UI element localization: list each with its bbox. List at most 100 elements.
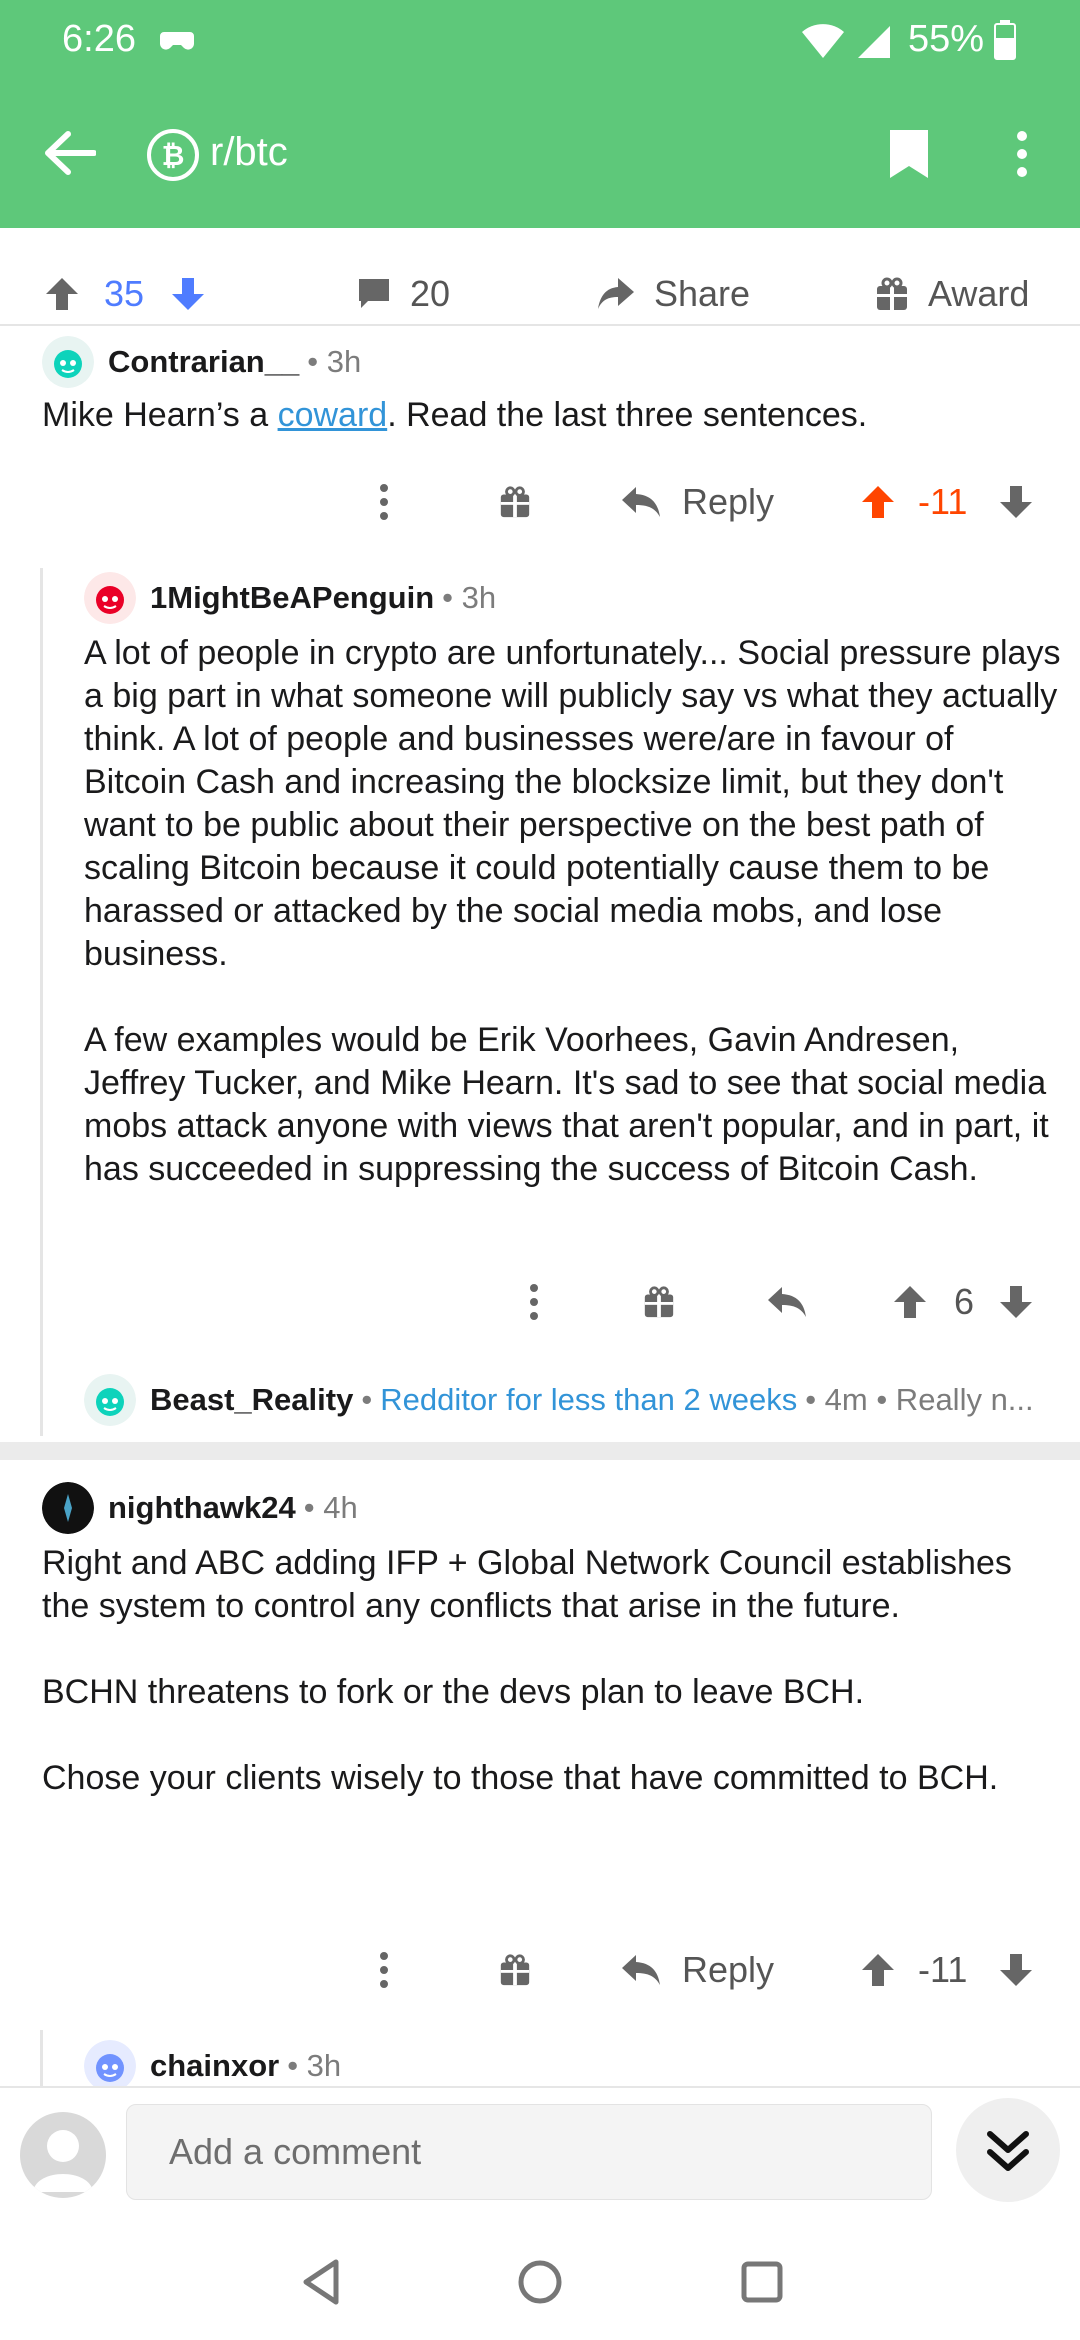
collapsed-comment[interactable]: Beast_Reality • Redditor for less than 2… [0,1372,1080,1428]
upvote-button[interactable] [44,268,80,320]
reply-arrow-icon [768,1287,806,1317]
nav-back-icon[interactable] [296,2256,348,2308]
reply-label: Reply [682,481,775,522]
post-score: 35 [104,273,145,314]
downvote-button[interactable] [998,1940,1034,2000]
comment-bubble-icon [359,279,389,308]
comment: chainxor • 3h [0,2038,1080,2086]
user-flair: Redditor for less than 2 weeks [380,1382,798,1417]
comments-count: 20 [410,273,451,314]
comment: nighthawk24 • 4h Right and ABC adding IF… [0,1480,1080,2000]
comment-time: • 3h [287,2048,342,2083]
upvote-arrow-icon [862,1954,894,1986]
comment-paragraph: BCHN threatens to fork or the devs plan … [42,1673,865,1711]
downvote-button[interactable] [998,1272,1034,1332]
comment-paragraph: A lot of people in crypto are unfortunat… [84,634,1061,973]
downvote-button[interactable] [170,268,206,320]
comment-author[interactable]: Beast_Reality [150,1382,353,1418]
comments-button[interactable]: 20 [356,268,450,320]
comment-link[interactable]: coward [278,396,388,434]
comment-header: Beast_Reality • Redditor for less than 2… [84,1372,1034,1428]
comment-author[interactable]: chainxor [150,2048,279,2084]
share-label: Share [654,273,751,314]
award-button[interactable] [498,472,532,532]
upvote-button[interactable] [860,472,896,532]
comment: Contrarian__ • 3h Mike Hearn’s a coward.… [0,332,1080,552]
system-navigation-bar [0,2220,1080,2340]
cellular-signal-icon [858,26,890,58]
comment-text: Mike Hearn’s a [42,396,278,434]
comment: 1MightBeAPenguin • 3h A lot of people in… [0,570,1080,1330]
gift-icon [500,1954,530,1986]
comment-actions: 6 [0,1272,1080,1332]
avatar[interactable] [84,1374,136,1426]
reply-button[interactable] [766,1272,808,1332]
award-button[interactable] [642,1272,676,1332]
reply-arrow-icon [622,487,660,517]
avatar[interactable] [42,1482,94,1534]
comment-author[interactable]: Contrarian__ [108,344,299,380]
comment-composer-bar: Add a comment [0,2086,1080,2220]
avatar[interactable] [42,336,94,388]
user-avatar[interactable] [20,2112,106,2198]
upvote-arrow-icon [862,486,894,518]
back-arrow-icon[interactable] [44,130,96,176]
comment-author[interactable]: 1MightBeAPenguin [150,580,434,616]
comment-score: 6 [954,1281,975,1322]
share-button[interactable]: Share [596,268,750,320]
status-time: 6:26 [62,18,136,60]
comment-time: • 3h [442,580,497,615]
more-vertical-icon [530,1284,538,1320]
nav-recents-icon[interactable] [736,2256,788,2308]
upvote-arrow-icon [894,1286,926,1318]
nav-home-icon[interactable] [514,2256,566,2308]
more-options-button[interactable] [376,1940,392,2000]
comment-time: • 4m • Really n... [805,1382,1034,1417]
downvote-arrow-icon [1000,1954,1032,1986]
comment-paragraph: Right and ABC adding IFP + Global Networ… [42,1544,1012,1625]
downvote-arrow-icon [1000,486,1032,518]
wifi-icon [802,24,844,58]
add-comment-input[interactable]: Add a comment [126,2104,932,2200]
award-label: Award [928,273,1030,314]
gift-icon [644,1286,674,1318]
upvote-button[interactable] [860,1940,896,2000]
award-button[interactable]: Award [874,268,1029,320]
comment-header: chainxor • 3h [84,2038,341,2086]
avatar[interactable] [84,2040,136,2086]
comment-header: 1MightBeAPenguin • 3h [84,570,496,626]
comment-header: Contrarian__ • 3h [42,334,361,390]
subreddit-name[interactable]: r/btc [210,130,288,175]
separator: • [361,1382,373,1417]
comment-actions: Reply -11 [0,1940,1080,2000]
post-action-bar: 35 20 Share Award [0,262,1080,326]
comment-actions: Reply -11 [0,472,1080,532]
downvote-button[interactable] [998,472,1034,532]
comment-body: A lot of people in crypto are unfortunat… [84,632,1064,1191]
more-vertical-icon [380,1952,388,1988]
downvote-arrow-icon [172,278,204,310]
reply-button[interactable]: Reply [620,472,774,532]
avatar[interactable] [84,572,136,624]
game-controller-icon [160,32,194,50]
comment-body: Right and ABC adding IFP + Global Networ… [42,1542,1042,1800]
more-options-button[interactable] [526,1272,542,1332]
collapse-threads-button[interactable] [956,2098,1060,2202]
battery-percent: 55% [908,18,985,60]
comment-author[interactable]: nighthawk24 [108,1490,296,1526]
comment-text: . Read the last three sentences. [387,396,868,434]
toolbar: ₿ r/btc [0,110,1080,196]
more-vertical-icon[interactable] [1010,128,1034,180]
comment-paragraph: Chose your clients wisely to those that … [42,1759,999,1797]
comment-paragraph: A few examples would be Erik Voorhees, G… [84,1021,1049,1188]
status-bar: 6:26 55% [0,0,1080,80]
bookmark-icon[interactable] [888,128,930,180]
reply-button[interactable]: Reply [620,1940,774,2000]
reply-arrow-icon [622,1955,660,1985]
app-header: 6:26 55% ₿ r/btc [0,0,1080,228]
award-button[interactable] [498,1940,532,2000]
more-options-button[interactable] [376,472,392,532]
bitcoin-icon[interactable]: ₿ [146,128,200,182]
comment-body: Mike Hearn’s a coward. Read the last thr… [42,394,1042,437]
upvote-button[interactable] [892,1272,928,1332]
